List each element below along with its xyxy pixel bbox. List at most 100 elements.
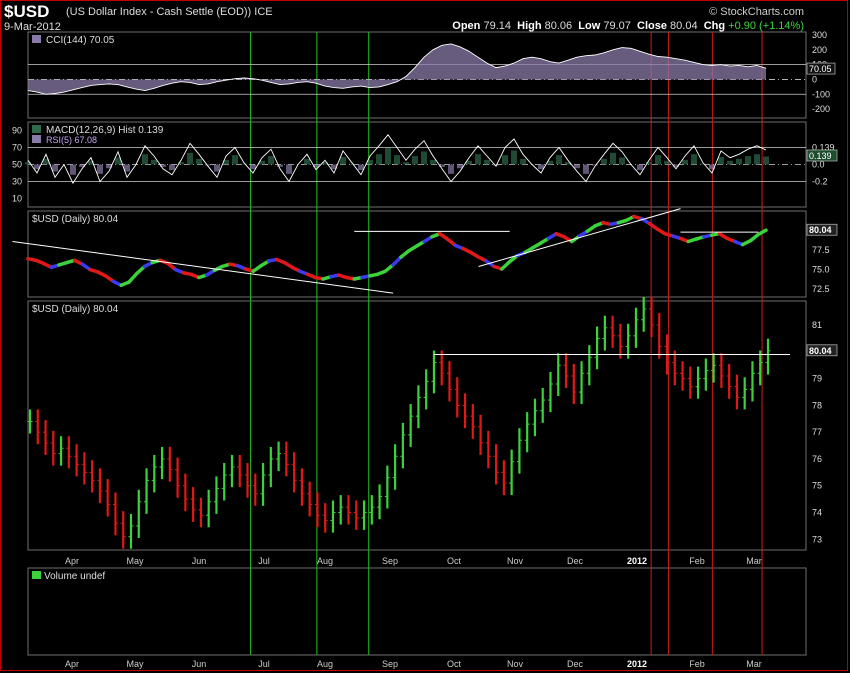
macd-hist-bar-80 (745, 156, 751, 165)
price-month-8: Dec (567, 556, 584, 566)
price-title: $USD (Daily) 80.04 (32, 304, 119, 315)
cci-area (28, 43, 766, 95)
rsi-legend-swatch (32, 135, 41, 143)
volume-month-2: Jun (192, 659, 207, 669)
price-month-4: Aug (317, 556, 333, 566)
macd-hist-bar-29 (286, 164, 292, 174)
macd-hist-bar-82 (763, 156, 769, 165)
macd-hist-bar-39 (376, 154, 382, 165)
cci-tick-4: -100 (812, 89, 830, 99)
macd-hist-bar-61 (574, 164, 580, 169)
macd-hist-bar-8 (97, 164, 103, 174)
price-last-value: 80.04 (809, 346, 832, 356)
price-month-11: Mar (746, 556, 762, 566)
volume-title: Volume undef (44, 571, 105, 582)
cci-tick-3: 0 (812, 74, 817, 84)
price-tick-0: 81 (812, 320, 822, 330)
rsi-tick-0: 90 (12, 126, 22, 136)
volume-legend-swatch (32, 571, 41, 579)
macd-hist-bar-23 (232, 155, 238, 165)
daily-tick-3: 72.5 (812, 284, 830, 294)
macd-hist-bar-5 (70, 164, 76, 175)
macd-hist-bar-75 (700, 163, 706, 165)
cci-title: CCI(144) 70.05 (46, 35, 115, 46)
volume-month-4: Aug (317, 659, 333, 669)
price-month-10: Feb (689, 556, 705, 566)
rsi-tick-1: 70 (12, 143, 22, 153)
macd-hist-bar-63 (592, 164, 598, 166)
macd-tick-2: -0.2 (812, 177, 828, 187)
daily-tick-2: 75.0 (812, 265, 830, 275)
macd-hist-bar-45 (430, 159, 436, 165)
macd-hist-bar-77 (718, 157, 724, 165)
macd-hist-bar-21 (214, 164, 220, 172)
macd-hist-bar-66 (619, 157, 625, 165)
volume-month-10: Feb (689, 659, 705, 669)
price-tick-5: 76 (812, 454, 822, 464)
macd-legend-swatch (32, 125, 41, 133)
macd-hist-bar-16 (169, 164, 175, 171)
panel-border-3 (27, 300, 807, 551)
chart-canvas: 3002001000-100-20070.05CCI(144) 70.05907… (12, 30, 838, 669)
rsi-tick-3: 30 (12, 177, 22, 187)
macd-hist-bar-43 (412, 156, 418, 165)
price-month-3: Jul (258, 556, 270, 566)
price-tick-8: 73 (812, 534, 822, 544)
volume-month-8: Dec (567, 659, 584, 669)
cci-tick-0: 300 (812, 30, 827, 40)
daily-line-title: $USD (Daily) 80.04 (32, 214, 119, 225)
macd-hist-bar-35 (340, 157, 346, 165)
trend-line-0 (12, 240, 394, 294)
price-month-9: 2012 (627, 556, 647, 566)
daily-last-value: 80.04 (809, 225, 832, 235)
macd-hist-bar-55 (520, 158, 526, 165)
macd-hist-bar-13 (142, 154, 148, 165)
macd-hist-bar-31 (304, 158, 310, 165)
macd-hist-bar-53 (502, 155, 508, 165)
macd-hist-bar-14 (151, 159, 157, 165)
macd-hist-bar-78 (727, 160, 733, 165)
macd-hist-bar-73 (682, 159, 688, 165)
cci-legend-swatch (32, 35, 41, 43)
cci-tick-1: 200 (812, 45, 827, 55)
rsi-subtitle: RSI(5) 67.08 (46, 135, 97, 145)
macd-hist-bar-81 (754, 154, 760, 165)
volume-month-9: 2012 (627, 659, 647, 669)
macd-hist-bar-54 (511, 150, 517, 165)
macd-hist-bar-68 (637, 164, 643, 171)
price-month-7: Nov (507, 556, 524, 566)
macd-last-value: 0.139 (809, 151, 832, 161)
price-tick-6: 75 (812, 481, 822, 491)
macd-hist-bar-27 (268, 156, 274, 165)
panel-border-2 (27, 210, 807, 298)
price-tick-3: 78 (812, 400, 822, 410)
macd-hist-bar-71 (664, 160, 670, 165)
volume-month-11: Mar (746, 659, 762, 669)
macd-hist-bar-19 (196, 158, 202, 165)
macd-hist-bar-41 (394, 155, 400, 165)
cci-tick-5: -200 (812, 104, 830, 114)
price-month-2: Jun (192, 556, 207, 566)
volume-month-5: Sep (382, 659, 398, 669)
macd-hist-bar-18 (187, 152, 193, 165)
macd-hist-bar-51 (484, 159, 490, 165)
macd-hist-bar-50 (475, 154, 481, 165)
price-month-1: May (126, 556, 144, 566)
macd-hist-bar-59 (556, 155, 562, 165)
rsi-tick-4: 10 (12, 194, 22, 204)
rsi-tick-2: 50 (12, 160, 22, 170)
macd-hist-bar-65 (610, 152, 616, 165)
macd-hist-bar-79 (736, 158, 742, 165)
daily-segment-95 (756, 228, 768, 237)
volume-month-6: Oct (447, 659, 462, 669)
volume-month-1: May (126, 659, 144, 669)
price-tick-7: 74 (812, 508, 822, 518)
volume-month-0: Apr (65, 659, 79, 669)
macd-hist-bar-42 (403, 162, 409, 165)
macd-hist-bar-44 (421, 151, 427, 165)
macd-hist-bar-64 (601, 158, 607, 165)
macd-hist-bar-70 (655, 155, 661, 165)
macd-hist-bar-74 (691, 154, 697, 165)
volume-month-7: Nov (507, 659, 524, 669)
trend-line-2 (478, 208, 681, 267)
